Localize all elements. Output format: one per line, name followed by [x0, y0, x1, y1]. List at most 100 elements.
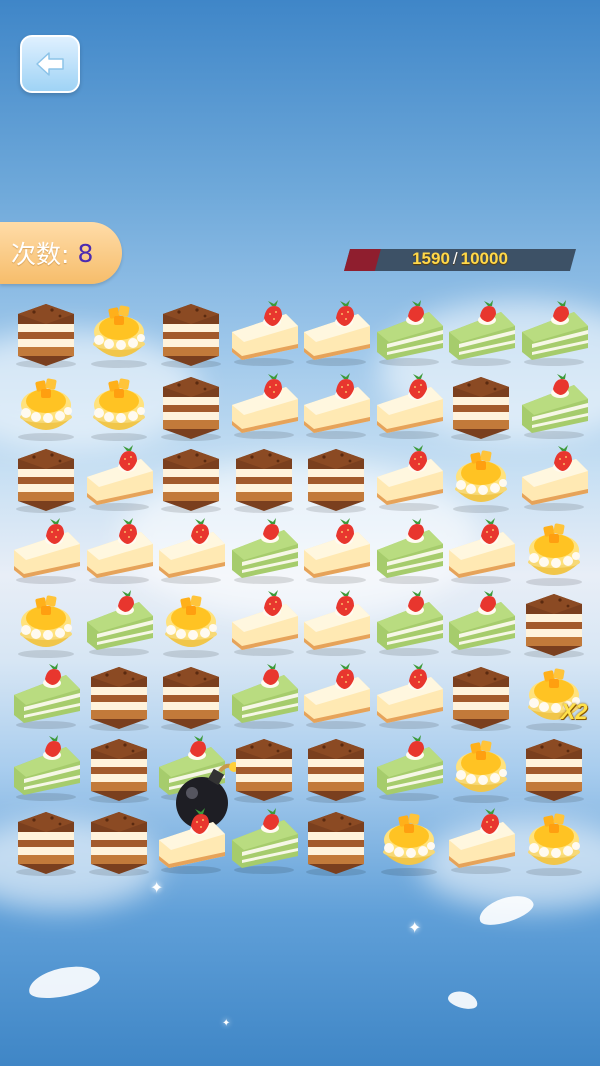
tiramisu-tile[interactable] — [300, 443, 372, 515]
tiramisu-tile[interactable] — [83, 733, 155, 805]
mango-dessert-tile[interactable] — [10, 371, 82, 443]
cheesecake-tile[interactable] — [228, 298, 300, 370]
tiramisu-icon — [83, 661, 155, 733]
cheesecake-tile[interactable] — [518, 443, 590, 515]
tiramisu-icon — [300, 733, 372, 805]
matcha-cake-tile[interactable] — [155, 733, 239, 829]
cheesecake-tile[interactable] — [83, 443, 155, 515]
cheesecake-tile[interactable] — [228, 371, 300, 443]
cheesecake-tile[interactable] — [445, 516, 517, 588]
cheesecake-tile[interactable] — [373, 371, 445, 443]
matcha-cake-icon — [228, 806, 300, 878]
cheesecake-icon — [228, 588, 300, 660]
matcha-cake-tile[interactable] — [83, 588, 155, 660]
cheesecake-tile[interactable] — [300, 588, 372, 660]
tiramisu-icon — [10, 298, 82, 370]
mango-dessert-tile[interactable] — [83, 371, 155, 443]
mango-dessert-icon — [83, 298, 155, 370]
matcha-cake-tile[interactable] — [228, 516, 300, 588]
matcha-cake-tile[interactable] — [445, 298, 517, 370]
matcha-cake-icon — [228, 516, 300, 588]
tiramisu-icon — [518, 588, 590, 660]
mango-dessert-tile[interactable] — [445, 733, 517, 805]
cheesecake-icon — [10, 516, 82, 588]
tiramisu-tile[interactable] — [155, 661, 227, 733]
mango-dessert-tile[interactable] — [83, 298, 155, 370]
mango-dessert-icon — [445, 443, 517, 515]
score-text: 1590 / 10000 — [344, 246, 576, 272]
tiramisu-tile[interactable] — [228, 443, 300, 515]
mango-dessert-tile[interactable] — [373, 806, 445, 878]
tiramisu-icon — [10, 443, 82, 515]
matcha-cake-tile[interactable] — [10, 661, 82, 733]
tiramisu-tile[interactable] — [518, 588, 590, 660]
tiramisu-icon — [518, 733, 590, 805]
mango-dessert-tile[interactable] — [155, 588, 227, 660]
tiramisu-tile[interactable] — [155, 371, 227, 443]
matcha-cake-icon — [228, 661, 300, 733]
tiramisu-tile[interactable] — [300, 733, 372, 805]
mango-dessert-tile[interactable] — [518, 516, 590, 588]
cheesecake-tile[interactable] — [155, 806, 227, 878]
tiramisu-tile[interactable] — [445, 661, 517, 733]
cheesecake-icon — [83, 516, 155, 588]
tiramisu-icon — [83, 733, 155, 805]
back-button[interactable] — [20, 35, 80, 93]
tiramisu-icon — [228, 443, 300, 515]
tiramisu-tile[interactable] — [228, 733, 300, 805]
cheesecake-tile[interactable] — [445, 806, 517, 878]
mango-dessert-tile[interactable] — [10, 588, 82, 660]
tiramisu-tile[interactable] — [10, 298, 82, 370]
matcha-cake-tile[interactable] — [373, 733, 445, 805]
mango-dessert-tile[interactable] — [445, 443, 517, 515]
cheesecake-tile[interactable] — [373, 661, 445, 733]
cheesecake-icon — [373, 371, 445, 443]
cheesecake-tile[interactable] — [10, 516, 82, 588]
tiramisu-tile[interactable] — [518, 733, 590, 805]
tiramisu-icon — [83, 806, 155, 878]
matcha-cake-tile[interactable] — [228, 806, 300, 878]
matcha-cake-tile[interactable] — [445, 588, 517, 660]
cheesecake-tile[interactable] — [300, 661, 372, 733]
multiplier-badge: X2 — [560, 698, 588, 724]
arrow-left-icon — [36, 52, 64, 76]
mango-dessert-icon — [83, 371, 155, 443]
tiramisu-tile[interactable] — [300, 806, 372, 878]
mango-dessert-icon — [10, 588, 82, 660]
matcha-cake-tile[interactable] — [228, 661, 300, 733]
matcha-cake-icon — [445, 588, 517, 660]
cheesecake-tile[interactable] — [373, 443, 445, 515]
tiramisu-tile[interactable] — [83, 661, 155, 733]
score-progress-bar: 1590 / 10000 — [344, 249, 576, 271]
tiramisu-icon — [445, 661, 517, 733]
matcha-cake-tile[interactable] — [373, 516, 445, 588]
matcha-cake-tile[interactable] — [518, 298, 590, 370]
matcha-cake-tile[interactable] — [10, 733, 82, 805]
cheesecake-icon — [300, 661, 372, 733]
tiramisu-tile[interactable] — [10, 806, 82, 878]
matcha-cake-tile[interactable] — [518, 371, 590, 443]
matcha-cake-icon — [373, 298, 445, 370]
cheesecake-icon — [155, 516, 227, 588]
matcha-cake-tile[interactable] — [373, 588, 445, 660]
mango-dessert-tile[interactable] — [518, 806, 590, 878]
cheesecake-tile[interactable] — [300, 298, 372, 370]
mango-dessert-tile[interactable]: X2 — [518, 661, 590, 733]
mango-dessert-icon — [518, 516, 590, 588]
cheesecake-tile[interactable] — [300, 371, 372, 443]
matcha-cake-icon — [10, 661, 82, 733]
cheesecake-tile[interactable] — [300, 516, 372, 588]
tiramisu-tile[interactable] — [10, 443, 82, 515]
tiramisu-tile[interactable] — [155, 443, 227, 515]
cheesecake-tile[interactable] — [228, 588, 300, 660]
score-current: 1590 — [412, 249, 450, 268]
cheesecake-tile[interactable] — [83, 516, 155, 588]
tiramisu-tile[interactable] — [155, 298, 227, 370]
matcha-cake-tile[interactable] — [373, 298, 445, 370]
tiramisu-tile[interactable] — [83, 806, 155, 878]
moves-label: 次数: — [11, 240, 70, 269]
cheesecake-tile[interactable] — [155, 516, 227, 588]
cheesecake-icon — [300, 298, 372, 370]
tiramisu-icon — [228, 733, 300, 805]
tiramisu-tile[interactable] — [445, 371, 517, 443]
